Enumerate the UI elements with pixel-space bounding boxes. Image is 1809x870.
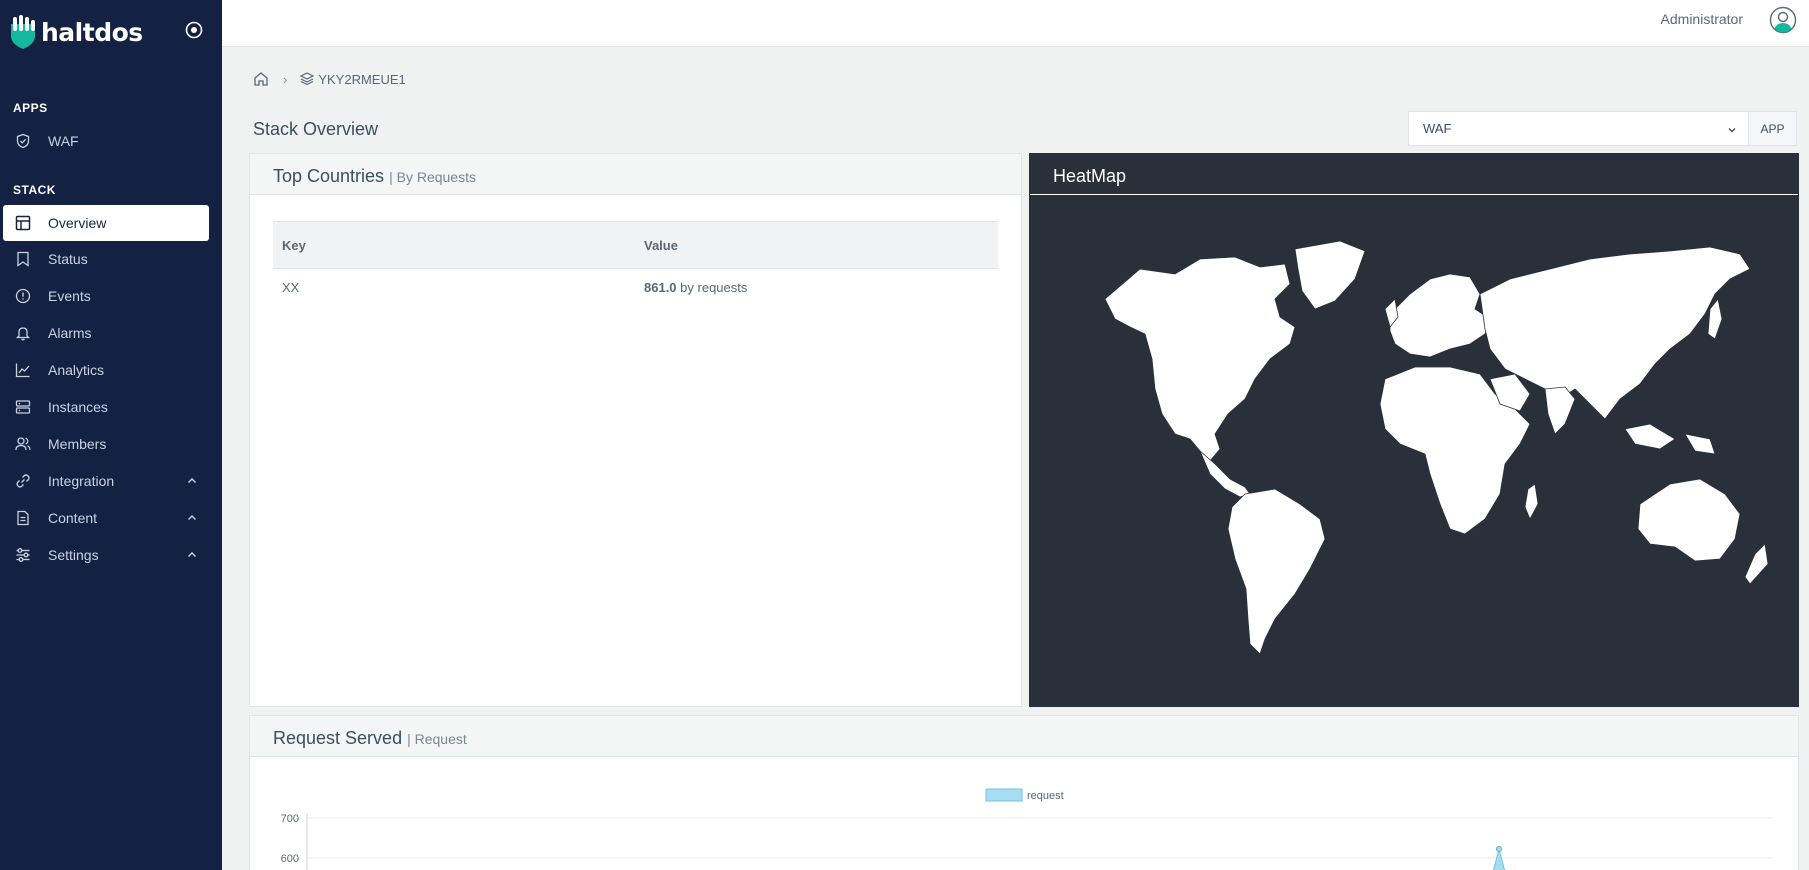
chevron-down-icon	[1728, 128, 1736, 133]
sidebar-item-label: Integration	[48, 473, 115, 489]
shield-check-icon	[14, 132, 32, 150]
greenland-shape	[1294, 240, 1366, 310]
card-title: Request Served	[273, 728, 403, 748]
line-chart-icon	[14, 361, 32, 379]
page-title: Stack Overview	[253, 119, 379, 139]
sidebar-item-label: Content	[48, 510, 98, 526]
new-zealand-shape	[1744, 543, 1769, 585]
cell-key: XX	[282, 279, 300, 295]
sidebar-item-content[interactable]: Content	[3, 500, 209, 536]
app-select[interactable]: WAF	[1408, 111, 1749, 146]
sliders-icon	[14, 546, 32, 564]
layout-icon	[14, 214, 32, 232]
legend-label: request	[1027, 790, 1064, 802]
brand-name: haltdos	[41, 17, 143, 47]
japan-shape	[1707, 298, 1723, 340]
sidebar-item-label: Overview	[48, 215, 107, 231]
app-select-value: WAF	[1423, 121, 1452, 136]
central-america-shape	[1199, 450, 1251, 498]
app-button[interactable]: APP	[1749, 111, 1797, 146]
table-row: XX 861.0 by requests	[273, 269, 998, 306]
card-subtitle: | By Requests	[389, 169, 476, 185]
sidebar-item-label: Members	[48, 436, 107, 452]
chevron-up-icon	[188, 478, 196, 483]
table-header-row: Key Value	[273, 221, 998, 269]
sidebar-item-label: Status	[48, 251, 88, 267]
haltdos-logo-icon	[11, 15, 35, 49]
card-header: Request Served | Request	[250, 716, 1798, 757]
sidebar-item-analytics[interactable]: Analytics	[3, 352, 209, 388]
top-countries-card: Top Countries | By Requests Key Value XX…	[249, 153, 1022, 707]
stack-layers-icon	[300, 72, 315, 86]
user-name[interactable]: Administrator	[1661, 11, 1743, 27]
alert-circle-icon	[14, 287, 32, 305]
avatar-icon[interactable]	[1769, 6, 1797, 34]
sidebar-item-status[interactable]: Status	[3, 241, 209, 277]
value-unit: by requests	[680, 279, 748, 295]
madagascar-shape	[1524, 483, 1539, 520]
legend-swatch	[985, 788, 1023, 802]
sidebar-item-integration[interactable]: Integration	[3, 463, 209, 499]
y-tick-label: 700	[281, 813, 299, 825]
sidebar-item-events[interactable]: Events	[3, 278, 209, 314]
sidebar-item-members[interactable]: Members	[3, 426, 209, 462]
chevron-up-icon	[188, 552, 196, 557]
sidebar-item-alarms[interactable]: Alarms	[3, 315, 209, 351]
sidebar: haltdos APPS WAF STACK Overview Status E…	[0, 0, 222, 870]
top-countries-table: Key Value XX 861.0 by requests	[273, 221, 998, 306]
sidebar-item-waf[interactable]: WAF	[3, 123, 209, 159]
sidebar-item-instances[interactable]: Instances	[3, 389, 209, 425]
card-title: Top Countries	[273, 166, 385, 186]
stack-section-label: STACK	[13, 183, 56, 197]
south-america-shape	[1227, 488, 1326, 655]
breadcrumb-stack-id[interactable]: YKY2RMEUE1	[318, 72, 405, 87]
north-america-shape	[1104, 256, 1296, 462]
card-subtitle: | Request	[407, 731, 467, 747]
series-point	[1496, 846, 1502, 852]
sidebar-item-label: Events	[48, 288, 91, 304]
column-header-key[interactable]: Key	[273, 221, 635, 269]
breadcrumb: › YKY2RMEUE1	[253, 71, 406, 87]
sidebar-item-settings[interactable]: Settings	[3, 537, 209, 573]
europe-shape	[1389, 273, 1491, 358]
sidebar-item-overview[interactable]: Overview	[3, 205, 209, 241]
request-served-chart: request 700 600	[281, 788, 1772, 870]
value-number: 861.0	[644, 279, 677, 295]
apps-section-label: APPS	[13, 101, 48, 115]
users-icon	[14, 435, 32, 453]
request-served-card: Request Served | Request request 700 600	[249, 715, 1799, 870]
australia-shape	[1637, 478, 1741, 562]
topbar: Administrator	[222, 0, 1809, 47]
sidebar-item-label: Alarms	[48, 325, 92, 341]
file-text-icon	[14, 509, 32, 527]
bell-icon	[14, 324, 32, 342]
bookmark-icon	[14, 250, 32, 268]
card-header: Top Countries | By Requests	[250, 154, 1021, 195]
link-icon	[14, 472, 32, 490]
se-asia-islands-shape	[1624, 423, 1716, 455]
heatmap-card: HeatMap	[1029, 153, 1799, 707]
chevron-up-icon	[188, 515, 196, 520]
brand-logo[interactable]: haltdos	[9, 14, 143, 50]
sidebar-item-label: Settings	[48, 547, 99, 563]
home-icon[interactable]	[253, 71, 269, 87]
sidebar-item-label: Analytics	[48, 362, 105, 378]
series-area-peak	[1492, 847, 1506, 870]
y-tick-label: 600	[281, 853, 299, 865]
column-header-value[interactable]: Value	[635, 221, 998, 269]
server-icon	[14, 398, 32, 416]
world-map[interactable]	[1050, 239, 1780, 689]
heatmap-title: HeatMap	[1030, 154, 1798, 195]
breadcrumb-separator-icon: ›	[283, 71, 288, 87]
toggle-sidebar-icon[interactable]	[184, 20, 204, 40]
cell-value: 861.0 by requests	[635, 269, 998, 306]
sidebar-item-label: Instances	[48, 399, 108, 415]
india-shape	[1544, 386, 1576, 435]
sidebar-item-label: WAF	[48, 133, 79, 149]
